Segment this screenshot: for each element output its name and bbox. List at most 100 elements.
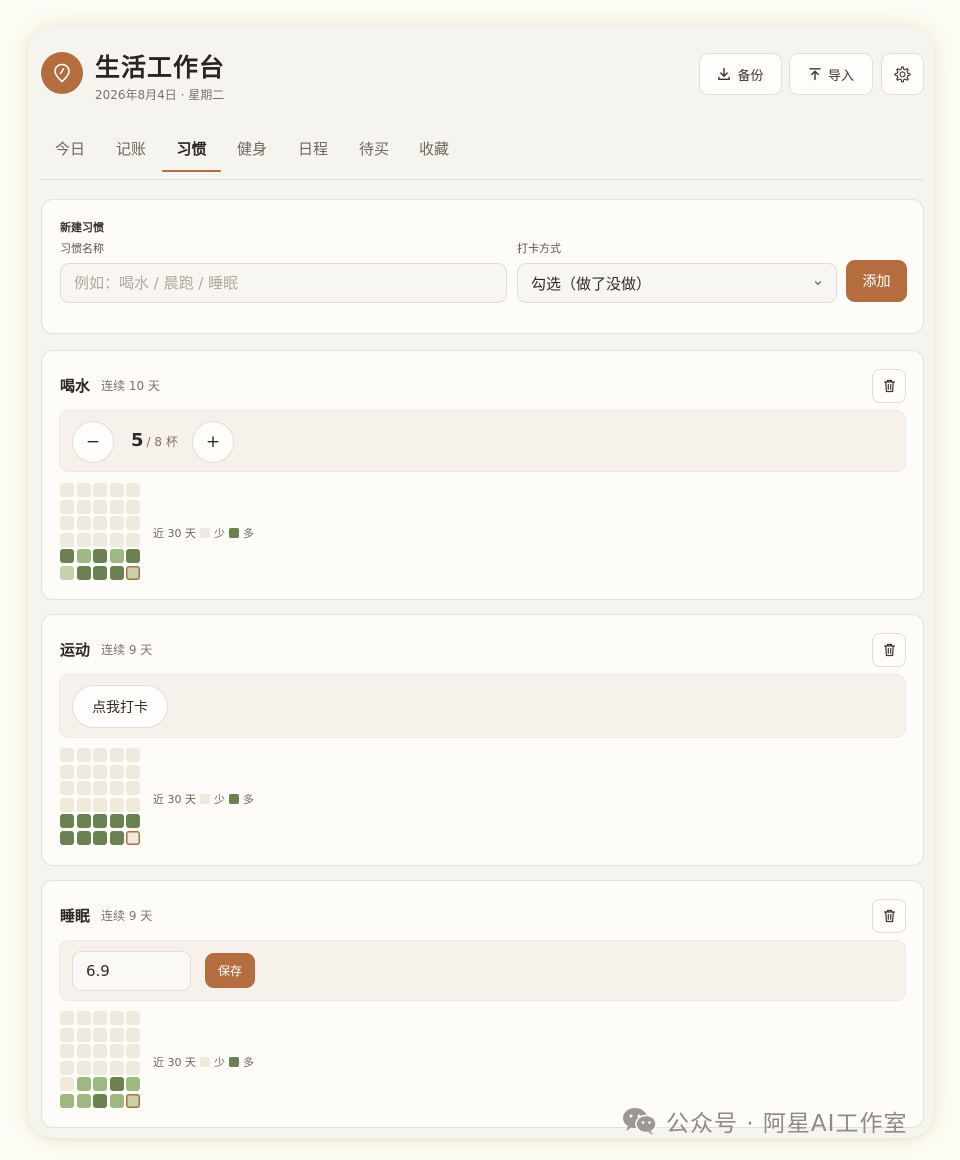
heatmap-cell [60,499,74,514]
habit-card-water: 喝水 连续 10 天 − 5 / 8 杯 + 近 30 天 少 多 [41,350,924,600]
wechat-icon [623,1108,657,1135]
legend-low-swatch [200,794,210,804]
increment-button[interactable]: + [192,421,234,463]
checkin-mode-label: 打卡方式 [517,242,561,255]
heatmap-cell [109,797,124,812]
import-button[interactable]: 导入 [789,53,873,95]
settings-button[interactable] [881,53,924,95]
heatmap-cell [109,532,124,547]
heatmap-cell [93,532,108,547]
heatmap-cell [93,797,108,812]
heatmap-cell [76,1093,91,1108]
current-date: 2026年8月4日 · 星期二 [95,88,225,102]
heatmap-cell [76,748,91,762]
checkin-mode-select[interactable]: 勾选（做了没做） [517,263,837,303]
checkin-button[interactable]: 点我打卡 [72,685,168,728]
habit-name-input[interactable] [60,263,507,303]
heatmap-cell [76,1027,91,1042]
legend-low: 少 [214,527,225,540]
heatmap-cell [126,748,141,762]
tab-schedule[interactable]: 日程 [289,124,337,172]
heatmap-cell [60,565,74,580]
heatmap-cell [60,1044,74,1059]
heatmap-cell [93,1077,108,1092]
delete-habit-button[interactable] [872,899,906,933]
heatmap-cell [60,797,74,812]
new-habit-heading: 新建习惯 [60,221,104,234]
count-value: 5 [131,430,144,451]
tab-shopping[interactable]: 待买 [350,124,398,172]
habit-name: 喝水 [60,377,91,395]
delete-habit-button[interactable] [872,633,906,667]
heatmap-cell [126,797,141,812]
heatmap [60,748,141,845]
heatmap-cell [93,516,108,531]
tab-accounting[interactable]: 记账 [107,124,155,172]
heatmap-cell [126,532,141,547]
heatmap-cell [76,830,91,845]
watermark: 公众号 · 阿星AI工作室 [622,1104,907,1138]
heatmap-cell [109,516,124,531]
heatmap-cell [109,781,124,796]
checkin-mode-value: 勾选（做了没做） [531,274,652,293]
legend-low-swatch [200,528,210,538]
heatmap-cell [60,748,74,762]
heatmap-cell [93,781,108,796]
habit-streak: 连续 9 天 [101,909,153,923]
decrement-button[interactable]: − [72,421,114,463]
gear-icon [894,65,911,82]
heatmap-cell [76,797,91,812]
heatmap-cell [60,549,74,564]
habit-name-label: 习惯名称 [60,242,104,255]
heatmap-cell-today [126,830,141,845]
heatmap-cell [93,1060,108,1075]
tab-today[interactable]: 今日 [46,124,94,172]
add-habit-button[interactable]: 添加 [846,260,907,302]
legend-low: 少 [214,793,225,806]
heatmap-cell [126,1060,141,1075]
heatmap-cell [60,1093,74,1108]
new-habit-card: 新建习惯 习惯名称 打卡方式 勾选（做了没做） 添加 [41,199,924,334]
backup-button[interactable]: 备份 [699,53,782,95]
legend-high: 多 [243,1056,254,1069]
legend-high-swatch [229,1057,239,1067]
heatmap-legend: 近 30 天 少 多 [153,525,254,541]
delete-habit-button[interactable] [872,369,906,403]
habit-card-exercise: 运动 连续 9 天 点我打卡 近 30 天 少 多 [41,614,924,866]
legend-prefix: 近 30 天 [153,527,196,540]
heatmap-cell [109,748,124,762]
heatmap-cell [109,483,124,497]
heatmap-cell [76,565,91,580]
tab-favorites[interactable]: 收藏 [410,124,458,172]
heatmap-cell [76,549,91,564]
app-window: 生活工作台 2026年8月4日 · 星期二 备份 导入 今日 记账 习惯 健身 … [28,26,934,1138]
heatmap-cell [109,1093,124,1108]
heatmap-cell-today [126,565,141,580]
sleep-value-input[interactable] [72,951,191,991]
legend-high: 多 [243,527,254,540]
legend-high: 多 [243,793,254,806]
trash-icon [883,379,895,393]
heatmap-cell [93,483,108,497]
heatmap-cell [109,1044,124,1059]
heatmap-cell [60,764,74,779]
tab-fitness[interactable]: 健身 [228,124,276,172]
heatmap-cell [109,1027,124,1042]
heatmap-cell [126,1044,141,1059]
heatmap-cell [76,1044,91,1059]
save-button[interactable]: 保存 [205,953,255,988]
app-logo [41,52,83,94]
habit-streak: 连续 9 天 [101,643,153,657]
heatmap-cell [126,1077,141,1092]
download-icon [718,67,731,80]
heatmap-cell [126,549,141,564]
heatmap-cell [109,565,124,580]
heatmap-cell [93,814,108,829]
tab-habits[interactable]: 习惯 [162,124,221,172]
heatmap-cell [60,1027,74,1042]
count-display: 5 / 8 杯 [131,430,178,451]
backup-label: 备份 [737,68,764,84]
heatmap-cell [109,499,124,514]
heatmap-cell [93,1027,108,1042]
heatmap-cell [126,814,141,829]
